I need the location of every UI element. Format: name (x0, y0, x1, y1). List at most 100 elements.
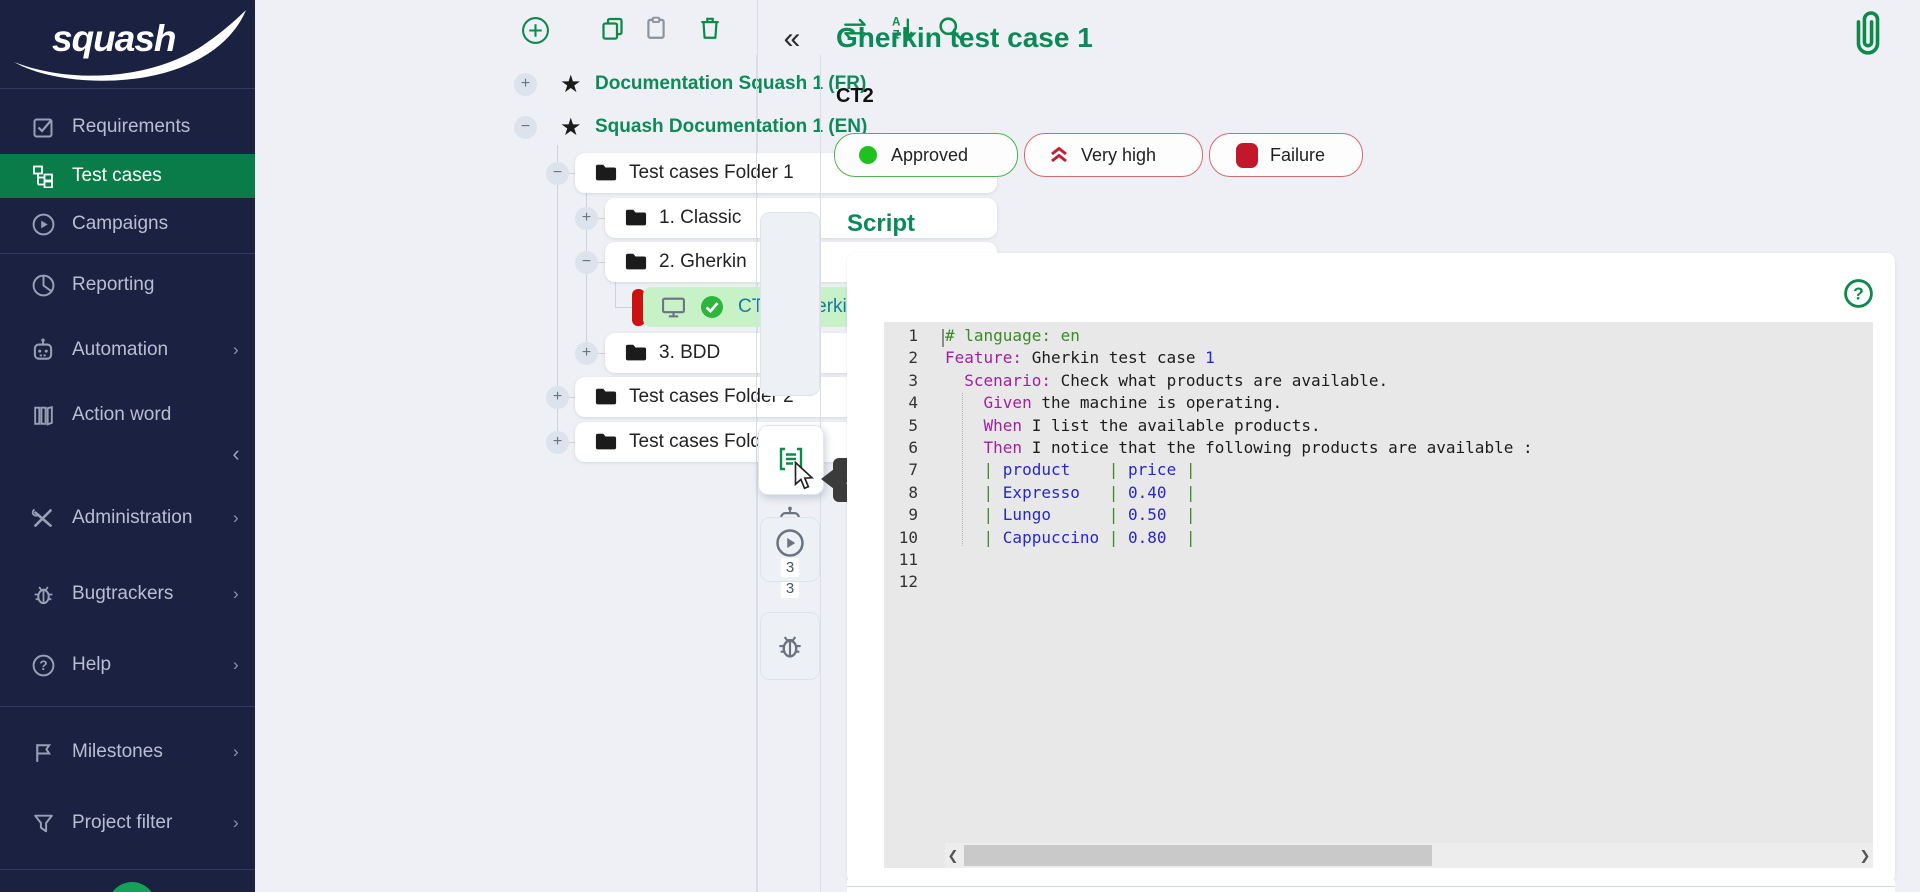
collapse-toggle[interactable]: − (575, 251, 598, 274)
milestones-flag-icon (30, 739, 56, 765)
trash-icon (697, 15, 723, 41)
expand-toggle[interactable]: + (546, 431, 569, 454)
code-line-5: 5 When I list the available products. (884, 415, 1873, 437)
status-badge-label: Approved (891, 145, 968, 166)
gherkin-code-editor[interactable]: 1# language: en2Feature: Gherkin test ca… (884, 322, 1873, 868)
sidebar-item-label: Test cases (72, 165, 162, 187)
squash-logo-text: squash (52, 18, 176, 60)
sidebar-item-label: Campaigns (72, 213, 168, 235)
tree-folder-label: 3. BDD (659, 342, 720, 364)
sidebar: squash Requirements Test cases Campaigns (0, 0, 255, 892)
monitor-icon (661, 296, 686, 319)
paste-button[interactable] (639, 11, 673, 45)
sidebar-item-label: Automation (72, 339, 168, 361)
copy-button[interactable] (595, 11, 629, 45)
folder-icon (595, 432, 617, 452)
divider (0, 869, 255, 870)
nature-badge-label: Failure (1270, 145, 1325, 166)
sidebar-item-action-word[interactable]: Action word (0, 393, 255, 437)
sidebar-item-label: Milestones (72, 741, 163, 763)
sidebar-item-label: Reporting (72, 274, 154, 296)
line-number: 9 (884, 504, 918, 526)
divider (756, 55, 757, 892)
line-number: 10 (884, 527, 918, 549)
importance-badge-label: Very high (1081, 145, 1156, 166)
tree-folder-label: 2. Gherkin (659, 251, 747, 273)
delete-button[interactable] (693, 11, 727, 45)
plus-icon: + (582, 344, 591, 361)
paperclip-icon (1848, 10, 1888, 60)
reporting-pie-chart-icon (30, 272, 56, 298)
sidebar-item-project-filter[interactable]: Project filter › (0, 801, 255, 845)
svg-text:?: ? (1853, 284, 1864, 304)
tab-issues[interactable] (760, 612, 820, 680)
sidebar-item-help[interactable]: ? Help › (0, 643, 255, 687)
chevron-left-icon: ‹ (232, 441, 239, 467)
minus-icon: − (521, 118, 530, 135)
sidebar-item-reporting[interactable]: Reporting (0, 263, 255, 307)
sidebar-item-campaigns[interactable]: Campaigns (0, 202, 255, 246)
plus-circle-icon (521, 16, 550, 45)
tree-folder-label: 1. Classic (659, 207, 741, 229)
code-lines: 1# language: en2Feature: Gherkin test ca… (884, 322, 1873, 594)
scrollbar-track[interactable] (961, 843, 1857, 868)
user-avatar[interactable] (108, 882, 156, 892)
scrollbar-thumb[interactable] (964, 845, 1432, 866)
line-number: 5 (884, 415, 918, 437)
plus-icon: + (582, 209, 591, 226)
line-number: 6 (884, 437, 918, 459)
sidebar-item-label: Bugtrackers (72, 583, 173, 605)
tree-connector (597, 262, 605, 263)
expand-toggle[interactable]: + (514, 73, 537, 96)
copy-icon (599, 15, 626, 42)
line-number: 2 (884, 347, 918, 369)
expand-toggle[interactable]: + (546, 386, 569, 409)
divider (0, 706, 255, 707)
collapse-toggle[interactable]: − (514, 116, 537, 139)
nature-badge-failure[interactable]: Failure (1209, 133, 1363, 177)
sidebar-item-label: Administration (72, 507, 192, 529)
tree-connector (597, 353, 605, 354)
sidebar-item-milestones[interactable]: Milestones › (0, 730, 255, 774)
importance-badge-very-high[interactable]: Very high (1024, 133, 1203, 177)
chevron-right-icon: › (233, 508, 239, 528)
new-item-button[interactable] (518, 13, 552, 47)
tab-executions[interactable]: 3 (760, 517, 820, 582)
collapse-panel-button[interactable]: « (775, 22, 809, 56)
line-number: 12 (884, 571, 918, 593)
sidebar-item-automation[interactable]: Automation › (0, 328, 255, 372)
code-line-10: 10 | Cappuccino | 0.80 | (884, 527, 1873, 549)
expand-toggle[interactable]: + (575, 342, 598, 365)
folder-icon (625, 208, 647, 228)
horizontal-scrollbar[interactable]: ❮ ❯ (945, 843, 1873, 868)
expand-toggle[interactable]: + (575, 207, 598, 230)
scroll-left-arrow[interactable]: ❮ (945, 848, 961, 864)
sidebar-collapse-button[interactable]: ‹ (222, 440, 250, 468)
plus-icon: + (553, 433, 562, 450)
star-icon: ★ (560, 70, 582, 99)
sidebar-item-requirements[interactable]: Requirements (0, 105, 255, 149)
code-line-1: 1# language: en (884, 325, 1873, 347)
tree-connector (597, 218, 605, 219)
star-icon: ★ (560, 113, 582, 142)
gherkin-help-button[interactable]: ? (1843, 278, 1874, 309)
scroll-right-arrow[interactable]: ❯ (1857, 848, 1873, 864)
automation-robot-icon (30, 337, 56, 363)
status-badge-approved[interactable]: Approved (834, 133, 1018, 177)
sidebar-item-label: Help (72, 654, 111, 676)
collapse-toggle[interactable]: − (546, 162, 569, 185)
minus-icon: − (582, 253, 591, 270)
sidebar-item-test-cases[interactable]: Test cases (0, 154, 255, 198)
line-number: 7 (884, 459, 918, 481)
sidebar-item-administration[interactable]: Administration › (0, 496, 255, 540)
tree-folder-label: Test cases Folder 1 (629, 162, 794, 184)
tab-group-info: 3 (760, 212, 820, 396)
attachments-button[interactable] (1848, 10, 1888, 60)
test-case-reference: CT2 (836, 85, 874, 108)
code-line-2: 2Feature: Gherkin test case 1 (884, 347, 1873, 369)
help-question-icon: ? (30, 652, 56, 678)
sidebar-item-bugtrackers[interactable]: Bugtrackers › (0, 572, 255, 616)
double-chevron-up-icon (1049, 145, 1069, 165)
squash-logo[interactable]: squash (0, 0, 255, 88)
sidebar-item-label: Action word (72, 404, 171, 426)
